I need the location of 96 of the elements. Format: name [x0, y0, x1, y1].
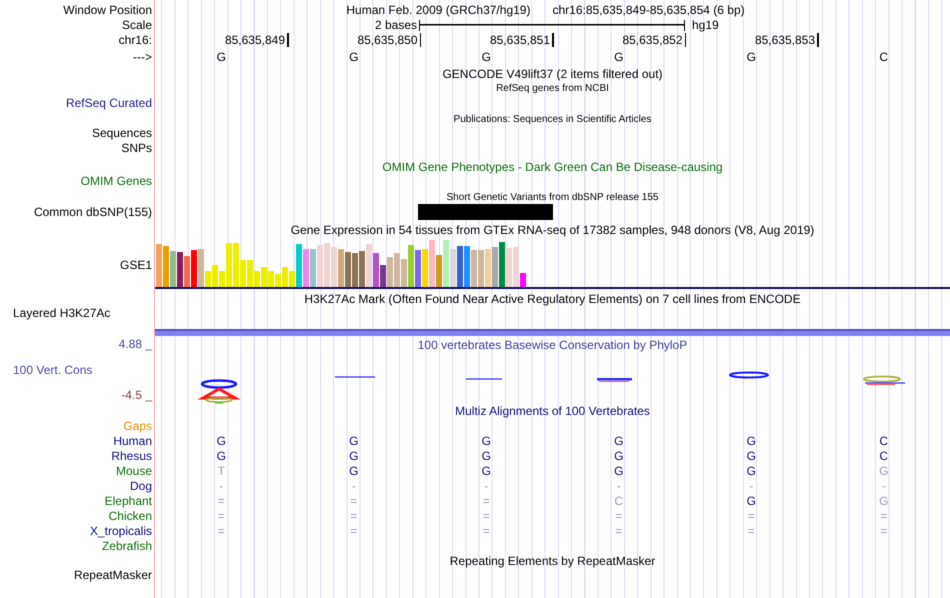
track-title: Short Genetic Variants from dbSNP release 155 [446, 191, 660, 204]
alignment-base: C [878, 448, 890, 462]
coordinate-label: 85,635,849 [224, 33, 285, 47]
tick-mark [552, 33, 554, 47]
tick-mark [684, 33, 686, 47]
track-label: SNPs [121, 141, 152, 156]
alignment-base: - [616, 478, 622, 492]
alignment-base: G [480, 434, 492, 448]
alignment-base: G [480, 448, 492, 462]
alignment-base: G [216, 434, 227, 448]
alignment-base: = [216, 494, 226, 508]
alignment-base: = [746, 524, 756, 538]
base-letter: G [216, 50, 227, 64]
species-label: Chicken [108, 508, 153, 522]
track-label: 4.88 _ [118, 337, 152, 352]
alignment-base: G [746, 494, 757, 508]
track-title: Publications: Sequences in Scientific Articles [452, 113, 652, 126]
track-title: RefSeq genes from NCBI [495, 82, 610, 95]
alignment-base: - [218, 478, 224, 492]
track-title: H3K27Ac Mark (Often Found Near Active Regulatory Elements) on 7 cell lines from ENCODE [303, 291, 802, 308]
species-label: X_tropicalis [88, 524, 153, 538]
tick-mark [287, 33, 288, 47]
alignment-base: G [216, 448, 227, 462]
alignment-base: G [348, 434, 360, 448]
alignment-base: G [348, 464, 360, 478]
alignment-base: = [349, 508, 358, 522]
alignment-base: = [879, 524, 888, 538]
alignment-base: - [483, 478, 490, 492]
track-label: Window Position [62, 2, 153, 16]
track-title: Gene Expression in 54 tissues from GTEx RNA-seq of 17382 samples, 948 donors (V8, Aug 2019) [290, 222, 816, 238]
track-label: 100 Vert. Cons [12, 362, 92, 378]
alignment-base: G [613, 448, 624, 462]
alignment-base: = [482, 524, 491, 538]
alignment-base: - [350, 478, 357, 492]
alignment-base: = [349, 524, 358, 538]
coordinate-label: 85,635,853 [754, 33, 815, 47]
base-letter: G [746, 50, 757, 64]
alignment-base: G [878, 494, 890, 508]
track-label: chr16: [118, 33, 153, 47]
alignment-base: G [746, 464, 757, 478]
track-label: Common dbSNP(155) [34, 205, 152, 220]
track-label: RefSeq Curated [66, 96, 152, 111]
alignment-base: G [480, 464, 492, 478]
track-title: GENCODE V49lift37 (2 items filtered out) [441, 66, 664, 83]
track-title: Repeating Elements by RepeatMasker [448, 553, 656, 569]
base-letter: G [613, 50, 624, 64]
species-label: Elephant [104, 494, 153, 508]
alignment-base: G [746, 434, 757, 448]
alignment-base: - [748, 478, 754, 492]
track-label: GSE1 [120, 258, 152, 273]
alignment-base: G [878, 464, 890, 478]
track-label: Layered H3K27Ac [13, 306, 110, 321]
track-label: OMIM Genes [80, 174, 152, 189]
alignment-base: G [613, 434, 624, 448]
alignment-base: = [482, 494, 491, 508]
alignment-base: = [614, 508, 624, 522]
species-label: Mouse [114, 464, 153, 478]
alignment-base: G [746, 448, 757, 462]
base-letter: G [480, 50, 492, 64]
alignment-base: G [348, 448, 360, 462]
track-label: Scale [120, 18, 153, 32]
base-letter: G [348, 50, 360, 64]
track-label: RepeatMasker [74, 568, 152, 583]
scale-text: 2 bases [374, 18, 418, 32]
track-title: OMIM Gene Phenotypes - Dark Green Can Be Disease-causing [381, 159, 724, 176]
alignment-base: = [746, 508, 756, 522]
alignment-base: - [880, 478, 887, 492]
species-label: Rhesus [110, 448, 153, 462]
track-label: -4.5 _ [121, 388, 152, 403]
tick-mark [817, 33, 818, 47]
species-label: Gaps [122, 418, 153, 432]
alignment-base: T [216, 464, 226, 478]
coordinate-label: 85,635,852 [622, 33, 682, 47]
alignment-base: = [216, 508, 226, 522]
species-label: Zebrafish [100, 538, 153, 552]
assembly-label: hg19 [691, 18, 720, 32]
alignment-base: C [613, 494, 624, 508]
track-title: Multiz Alignments of 100 Vertebrates [455, 404, 650, 418]
alignment-base: = [216, 524, 226, 538]
species-label: Dog [128, 478, 153, 492]
alignment-base: = [482, 508, 491, 522]
species-label: Human [112, 434, 153, 448]
position-text: chr16:85,635,849-85,635,854 (6 bp) [552, 2, 745, 16]
genome-title: Human Feb. 2009 (GRCh37/hg19) [346, 2, 530, 16]
track-label: Sequences [92, 126, 152, 141]
alignment-base: = [879, 508, 888, 522]
alignment-base: G [613, 464, 624, 478]
alignment-base: = [614, 524, 624, 538]
tick-mark [420, 33, 421, 47]
track-title: 100 vertebrates Basewise Conservation by PhyloP [416, 337, 688, 354]
alignment-base: C [878, 434, 890, 448]
coordinate-label: 85,635,851 [490, 33, 550, 47]
base-letter: C [878, 50, 890, 64]
track-label: ---> [132, 50, 153, 64]
alignment-base: = [349, 494, 358, 508]
coordinate-label: 85,635,850 [357, 33, 418, 47]
